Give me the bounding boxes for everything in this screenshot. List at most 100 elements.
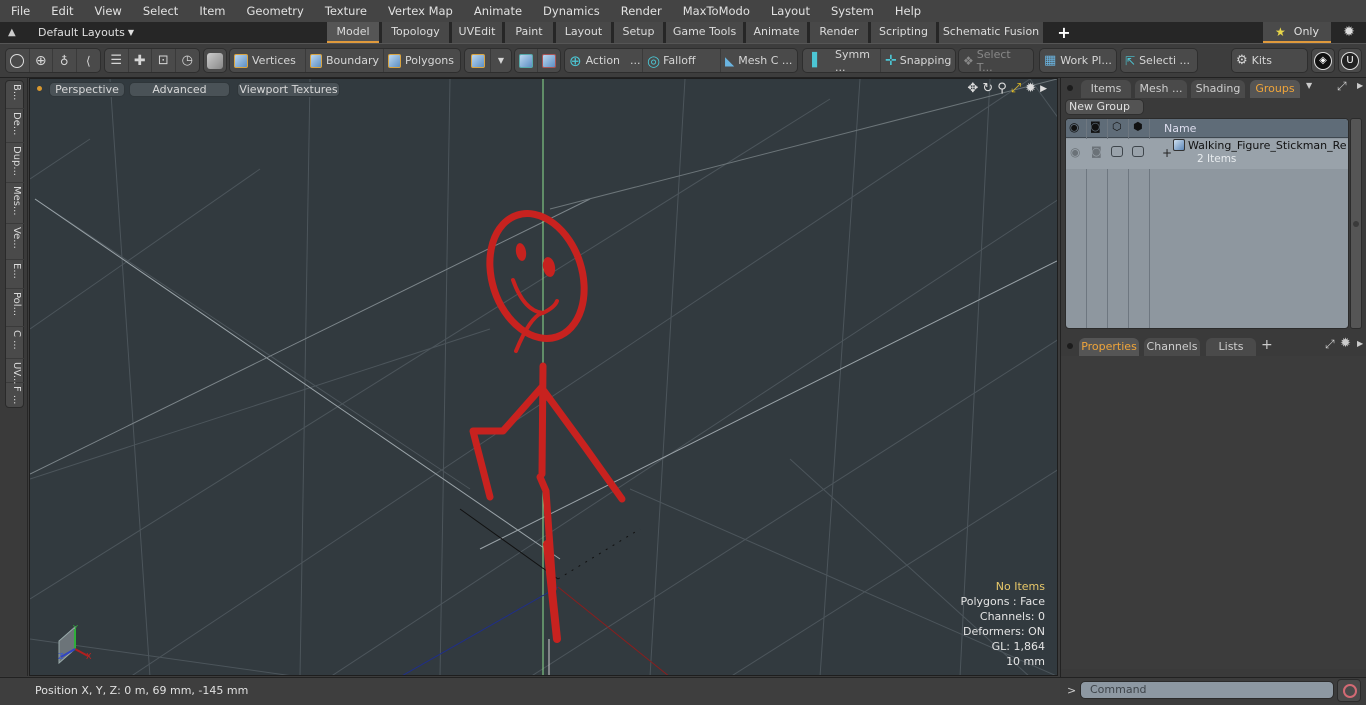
action-button[interactable]: ⊕ Action... (565, 49, 643, 72)
menu-system[interactable]: System (820, 0, 884, 22)
snapping-button[interactable]: ✛ Snapping (881, 49, 955, 72)
tab-layout[interactable]: Layout (556, 22, 611, 43)
falloff-button[interactable]: ◎ Falloff (643, 49, 721, 72)
zoom-view-icon[interactable]: ⚲ (997, 81, 1007, 96)
clock-button[interactable]: ◷ (176, 49, 199, 72)
record-macro-button[interactable] (1337, 679, 1361, 702)
tab-setup[interactable]: Setup (614, 22, 663, 43)
polygons-button[interactable]: Polygons (384, 49, 458, 72)
cross-button[interactable]: ✚ (129, 49, 153, 72)
kits-button[interactable]: ⚙ Kits (1231, 48, 1308, 73)
layouts-dropdown[interactable]: ▲ Default Layouts ▼ (8, 22, 134, 43)
menu-layout[interactable]: Layout (760, 0, 820, 22)
viewport-options-dot[interactable] (37, 86, 42, 91)
path-button[interactable]: ⟨ (77, 49, 100, 72)
add-panel-tab-button[interactable]: + (1261, 337, 1273, 353)
menu-view[interactable]: View (84, 0, 132, 22)
menu-render[interactable]: Render (610, 0, 672, 22)
visibility-header-icon[interactable]: ◉ (1069, 120, 1079, 134)
boundary-button[interactable]: Boundary (306, 49, 384, 72)
material-button[interactable] (465, 49, 491, 72)
pen-button[interactable]: ♁ (53, 49, 77, 72)
name-column-header[interactable]: Name (1164, 122, 1196, 135)
vtab-mesh-edit[interactable]: Mes... (6, 183, 25, 224)
tab-properties[interactable]: Properties (1079, 338, 1139, 356)
command-input[interactable]: Command (1080, 681, 1334, 699)
menu-select[interactable]: Select (132, 0, 188, 22)
expand-group-button[interactable]: + (1162, 146, 1172, 160)
rotate-view-icon[interactable]: ↻ (982, 81, 993, 96)
globe-button[interactable]: ⊕ (30, 49, 54, 72)
menu-geometry[interactable]: Geometry (236, 0, 314, 22)
panel-options-dot[interactable] (1067, 85, 1073, 91)
tabs-dropdown-icon[interactable]: ▼ (1306, 81, 1312, 90)
align-button[interactable]: ☰ (105, 49, 129, 72)
panel-arrow-icon[interactable]: ▶ (1357, 81, 1363, 90)
menu-dynamics[interactable]: Dynamics (533, 0, 611, 22)
group-name[interactable]: Walking_Figure_Stickman_Re ... (1188, 139, 1348, 152)
vtab-curve[interactable]: C ... (6, 327, 25, 359)
maximize-panel-icon[interactable]: ⤢ (1325, 337, 1335, 352)
visibility-toggle-icon[interactable]: ◉ (1070, 145, 1080, 159)
tab-scripting[interactable]: Scripting (871, 22, 936, 43)
tab-lists[interactable]: Lists (1206, 338, 1256, 356)
material-dropdown[interactable]: ▼ (491, 49, 511, 72)
groups-scrollbar[interactable] (1350, 118, 1362, 329)
lock-header-icon[interactable]: ⬡ (1112, 120, 1122, 133)
selection-sets-button[interactable]: ⇱ Selecti ... (1120, 48, 1198, 73)
mesh-constraints-button[interactable]: ◣ Mesh C ... (721, 49, 797, 72)
only-button[interactable]: ★ Only (1263, 22, 1331, 43)
tab-animate[interactable]: Animate (746, 22, 807, 43)
pivot-button[interactable] (515, 49, 538, 72)
tab-shading[interactable]: Shading (1191, 80, 1245, 98)
maximize-panel-icon[interactable]: ⤢ (1337, 79, 1347, 94)
vtab-duplicate[interactable]: Dup... (6, 143, 25, 183)
panel-gear-icon[interactable]: ✹ (1340, 336, 1351, 351)
menu-animate[interactable]: Animate (463, 0, 532, 22)
item-mode-button[interactable] (203, 48, 227, 73)
vtab-edge[interactable]: E... (6, 260, 25, 289)
vtab-fusion[interactable]: F ... (6, 383, 25, 409)
tab-model[interactable]: Model (327, 22, 379, 43)
viewport-textures-dropdown[interactable]: Viewport Textures (237, 82, 340, 97)
render-header-icon[interactable]: ◙ (1090, 120, 1101, 133)
unreal-button[interactable]: U (1338, 48, 1362, 73)
panel-arrow-icon[interactable]: ▶ (1357, 339, 1363, 348)
modo-cube-button[interactable]: ◈ (1311, 48, 1335, 73)
expand-arrow-icon[interactable]: ▶ (1040, 84, 1047, 94)
select-header-icon[interactable]: ⬢ (1133, 120, 1143, 133)
menu-maxtomodo[interactable]: MaxToModo (672, 0, 760, 22)
collapse-up-icon[interactable]: ▲ (8, 27, 20, 38)
tab-topology[interactable]: Topology (382, 22, 449, 43)
menu-item[interactable]: Item (189, 0, 236, 22)
tab-channels[interactable]: Channels (1144, 338, 1200, 356)
select-through-button[interactable]: ❖ Select T... (958, 48, 1034, 74)
tab-paint[interactable]: Paint (505, 22, 553, 43)
vtab-basic[interactable]: B... (6, 81, 25, 109)
vtab-deform[interactable]: De... (6, 109, 25, 143)
perspective-dropdown[interactable]: Perspective (49, 82, 125, 97)
add-tab-button[interactable]: + (1057, 22, 1071, 43)
vtab-vertex[interactable]: Ve... (6, 224, 25, 260)
tab-mesh[interactable]: Mesh ... (1135, 80, 1187, 98)
menu-vertex-map[interactable]: Vertex Map (377, 0, 463, 22)
gear-icon[interactable]: ✹ (1340, 22, 1358, 43)
tab-game-tools[interactable]: Game Tools (666, 22, 743, 43)
new-group-button[interactable]: New Group (1065, 99, 1144, 115)
symmetry-button[interactable]: ▐ Symm ... (803, 48, 881, 74)
viewport-settings-icon[interactable]: ✹ (1025, 81, 1036, 96)
menu-file[interactable]: File (0, 0, 41, 22)
vtab-uv[interactable]: UV... (6, 359, 25, 384)
move-view-icon[interactable]: ✥ (967, 81, 978, 96)
menu-help[interactable]: Help (884, 0, 931, 22)
frame-button[interactable]: ⊡ (152, 49, 176, 72)
lock-toggle[interactable] (1111, 146, 1123, 157)
circle-select-button[interactable] (6, 49, 30, 72)
3d-viewport[interactable]: Y X Z Perspective Advanced Viewport Text… (29, 78, 1058, 676)
group-row[interactable]: ◉ ◙ + Walking_Figure_Stickman_Re ... 2 I… (1066, 139, 1348, 169)
center-button[interactable] (538, 49, 560, 72)
render-toggle-icon[interactable]: ◙ (1091, 145, 1102, 158)
tab-items[interactable]: Items (1081, 80, 1131, 98)
work-plane-button[interactable]: ▦ Work Pl... (1039, 48, 1117, 73)
tab-uvedit[interactable]: UVEdit (452, 22, 502, 43)
